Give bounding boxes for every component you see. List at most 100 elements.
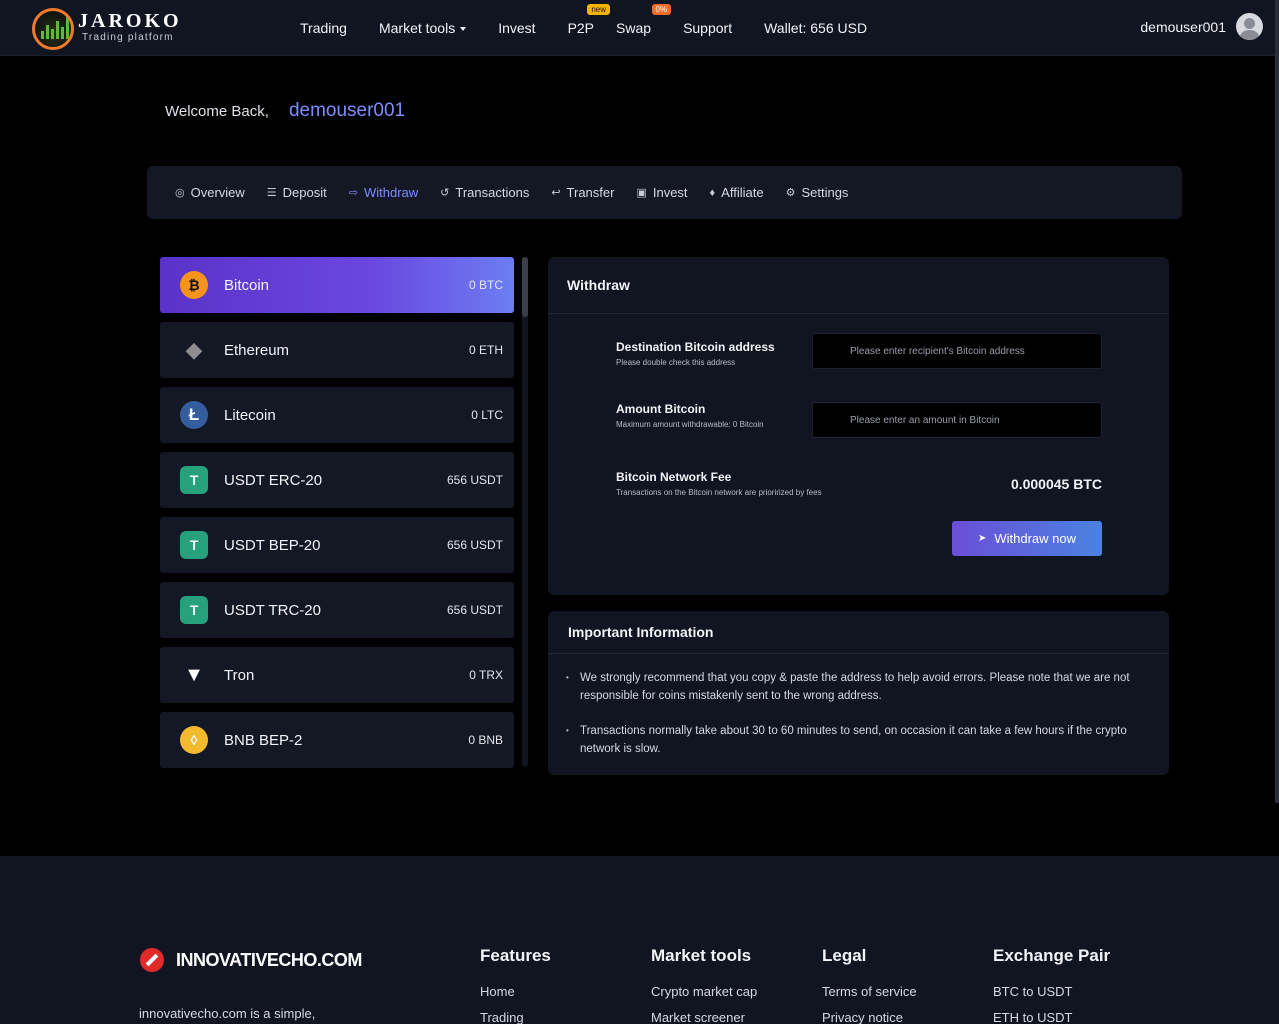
tab-transactions-label: Transactions bbox=[455, 185, 530, 200]
coin-item-tron[interactable]: ▼ Tron 0 TRX bbox=[160, 647, 514, 703]
tab-settings-label: Settings bbox=[801, 185, 849, 200]
address-label: Destination Bitcoin address bbox=[616, 340, 775, 354]
footer-description: innovativecho.com is a simple, bbox=[139, 1006, 316, 1021]
coin-item-bnb[interactable]: ◊ BNB BEP-2 0 BNB bbox=[160, 712, 514, 768]
litecoin-icon: Ł bbox=[180, 401, 208, 429]
coin-list: ₿ Bitcoin 0 BTC ◆ Ethereum 0 ETH Ł Litec… bbox=[160, 257, 514, 777]
arrow-right-icon: ⇨ bbox=[348, 187, 358, 199]
coin-balance: 0 TRX bbox=[469, 668, 503, 682]
footer-link-trading[interactable]: Trading bbox=[480, 1010, 551, 1024]
nav-p2p-label: P2P bbox=[567, 20, 595, 36]
tab-settings[interactable]: ⚙ Settings bbox=[786, 185, 849, 200]
coin-balance: 0 BNB bbox=[468, 733, 503, 747]
tab-deposit[interactable]: ☰ Deposit bbox=[267, 185, 327, 200]
user-menu[interactable]: demouser001 bbox=[1140, 13, 1263, 40]
tab-transactions[interactable]: ↺ Transactions bbox=[440, 185, 529, 200]
diamond-icon: ♦ bbox=[709, 186, 716, 199]
tab-deposit-label: Deposit bbox=[282, 185, 327, 200]
coin-item-usdt-trc20[interactable]: T USDT TRC-20 656 USDT bbox=[160, 582, 514, 638]
brand-name: JAROKO bbox=[78, 10, 182, 32]
account-tabs: ◎ Overview ☰ Deposit ⇨ Withdraw ↺ Transactio… bbox=[147, 166, 1182, 219]
footer-col-title: Legal bbox=[822, 946, 867, 965]
nav-support[interactable]: Support bbox=[683, 20, 732, 36]
coin-item-usdt-bep20[interactable]: T USDT BEP-20 656 USDT bbox=[160, 517, 514, 573]
info-item: Transactions normally take about 30 to 6… bbox=[566, 722, 1151, 758]
nav-wallet[interactable]: Wallet: 656 USD bbox=[764, 20, 867, 36]
innovativecho-logo-icon bbox=[140, 948, 164, 972]
ethereum-icon: ◆ bbox=[185, 337, 203, 362]
arrow-right-icon: ➤ bbox=[977, 533, 987, 544]
footer-col-title: Market tools bbox=[651, 946, 752, 965]
nav-p2p[interactable]: P2P new bbox=[567, 4, 611, 36]
tab-affiliate[interactable]: ♦ Affiliate bbox=[710, 185, 764, 200]
tab-withdraw[interactable]: ⇨ Withdraw bbox=[349, 185, 418, 200]
destination-address-input[interactable] bbox=[812, 333, 1102, 369]
coin-list-scrollbar[interactable] bbox=[522, 257, 528, 767]
page-scrollbar[interactable] bbox=[1275, 0, 1279, 803]
footer-col-exchange-pair: Exchange Pair BTC to USDT ETH to USDT bbox=[993, 946, 1110, 1024]
brand-tagline: Trading platform bbox=[82, 32, 174, 43]
brand-logo[interactable]: JAROKO Trading platform bbox=[32, 8, 182, 50]
welcome-username: demouser001 bbox=[288, 100, 406, 121]
tab-invest[interactable]: ▣ Invest bbox=[636, 185, 687, 200]
coin-balance: 656 USDT bbox=[446, 538, 503, 552]
info-item: We strongly recommend that you copy & pa… bbox=[566, 669, 1151, 705]
amount-input[interactable] bbox=[812, 402, 1102, 438]
tab-transfer-label: Transfer bbox=[566, 185, 615, 200]
nav-trading[interactable]: Trading bbox=[300, 20, 347, 36]
bnb-icon: ◊ bbox=[180, 726, 208, 754]
coin-name: USDT ERC-20 bbox=[224, 471, 323, 489]
nav-invest[interactable]: Invest bbox=[498, 20, 535, 36]
tab-overview[interactable]: ◎ Overview bbox=[175, 185, 245, 200]
footer-link-crypto-market-cap[interactable]: Crypto market cap bbox=[651, 984, 757, 999]
footer-link-market-screener[interactable]: Market screener bbox=[651, 1010, 757, 1024]
logo-chart-icon bbox=[32, 8, 74, 50]
footer-brand: INNOVATIVECHO.COM bbox=[176, 949, 362, 970]
new-badge: new bbox=[587, 4, 611, 15]
footer-link-btc-usdt[interactable]: BTC to USDT bbox=[993, 984, 1110, 999]
coin-item-bitcoin[interactable]: ₿ Bitcoin 0 BTC bbox=[160, 257, 514, 313]
withdraw-title: Withdraw bbox=[548, 257, 1169, 314]
footer-link-privacy[interactable]: Privacy notice bbox=[822, 1010, 917, 1024]
footer-link-terms[interactable]: Terms of service bbox=[822, 984, 917, 999]
important-info-panel: Important Information We strongly recomm… bbox=[548, 611, 1169, 775]
coin-name: Bitcoin bbox=[224, 276, 270, 294]
footer-col-legal: Legal Terms of service Privacy notice bbox=[822, 946, 917, 1024]
coin-name: Ethereum bbox=[224, 341, 290, 359]
footer-logo[interactable]: INNOVATIVECHO.COM bbox=[140, 948, 362, 972]
reply-icon: ↩ bbox=[551, 187, 561, 199]
withdraw-now-button[interactable]: ➤ Withdraw now bbox=[952, 521, 1102, 556]
coin-item-usdt-erc20[interactable]: T USDT ERC-20 656 USDT bbox=[160, 452, 514, 508]
nav-swap[interactable]: Swap 0% bbox=[616, 4, 672, 36]
withdraw-panel: Withdraw Destination Bitcoin address Ple… bbox=[548, 257, 1169, 595]
gear-icon: ⚙ bbox=[785, 187, 796, 199]
footer-link-home[interactable]: Home bbox=[480, 984, 551, 999]
footer-link-eth-usdt[interactable]: ETH to USDT bbox=[993, 1010, 1110, 1024]
coin-item-litecoin[interactable]: Ł Litecoin 0 LTC bbox=[160, 387, 514, 443]
footer-col-features: Features Home Trading bbox=[480, 946, 551, 1024]
coin-name: USDT TRC-20 bbox=[224, 601, 321, 619]
tether-icon: T bbox=[180, 466, 208, 494]
important-info-title: Important Information bbox=[548, 611, 1169, 654]
nav-market-tools-label: Market tools bbox=[378, 20, 456, 36]
coin-balance: 656 USDT bbox=[446, 603, 503, 617]
coin-name: BNB BEP-2 bbox=[224, 731, 303, 749]
footer-col-title: Features bbox=[480, 946, 551, 965]
nav-market-tools[interactable]: Market tools bbox=[378, 20, 467, 36]
tab-transfer[interactable]: ↩ Transfer bbox=[551, 185, 614, 200]
footer-col-market-tools: Market tools Crypto market cap Market sc… bbox=[651, 946, 757, 1024]
footer: INNOVATIVECHO.COM innovativecho.com is a… bbox=[0, 856, 1279, 1024]
welcome-label: Welcome Back, bbox=[165, 103, 269, 120]
zero-fee-badge: 0% bbox=[651, 4, 672, 15]
withdraw-now-label: Withdraw now bbox=[994, 531, 1077, 546]
scrollbar-thumb[interactable] bbox=[522, 257, 528, 317]
tron-icon: ▼ bbox=[184, 663, 204, 686]
coin-balance: 0 ETH bbox=[468, 343, 503, 357]
coin-item-ethereum[interactable]: ◆ Ethereum 0 ETH bbox=[160, 322, 514, 378]
nav-swap-label: Swap bbox=[616, 20, 652, 36]
footer-col-title: Exchange Pair bbox=[993, 946, 1111, 965]
coin-balance: 0 BTC bbox=[468, 278, 503, 292]
network-fee-value: 0.000045 BTC bbox=[1010, 476, 1102, 492]
money-icon: ▣ bbox=[636, 187, 647, 199]
tether-icon: T bbox=[180, 531, 208, 559]
